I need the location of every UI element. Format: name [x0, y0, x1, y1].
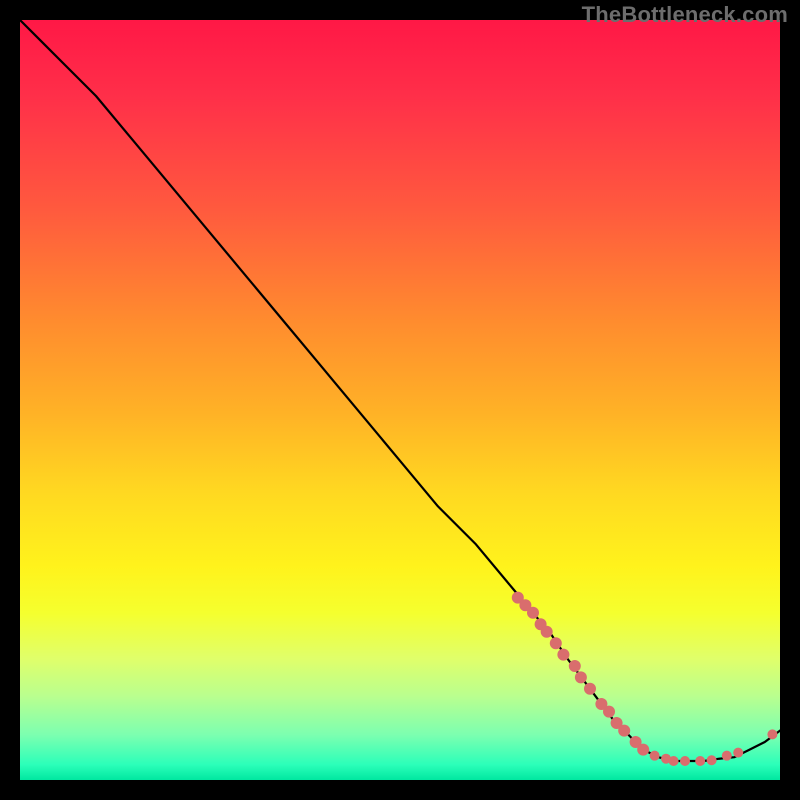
chart-svg: [20, 20, 780, 780]
data-point: [618, 725, 630, 737]
scatter-points: [512, 592, 778, 766]
data-point: [695, 756, 705, 766]
data-point: [550, 637, 562, 649]
curve-line: [20, 20, 780, 761]
data-point: [637, 744, 649, 756]
data-point: [527, 607, 539, 619]
data-point: [722, 751, 732, 761]
data-point: [669, 756, 679, 766]
data-point: [575, 671, 587, 683]
data-point: [733, 748, 743, 758]
chart-frame: TheBottleneck.com: [0, 0, 800, 800]
data-point: [680, 756, 690, 766]
data-point: [707, 755, 717, 765]
data-point: [584, 683, 596, 695]
data-point: [767, 729, 777, 739]
watermark-text: TheBottleneck.com: [582, 2, 788, 28]
data-point: [541, 626, 553, 638]
data-point: [557, 649, 569, 661]
data-point: [603, 706, 615, 718]
data-point: [569, 660, 581, 672]
plot-area: [20, 20, 780, 780]
data-point: [650, 751, 660, 761]
